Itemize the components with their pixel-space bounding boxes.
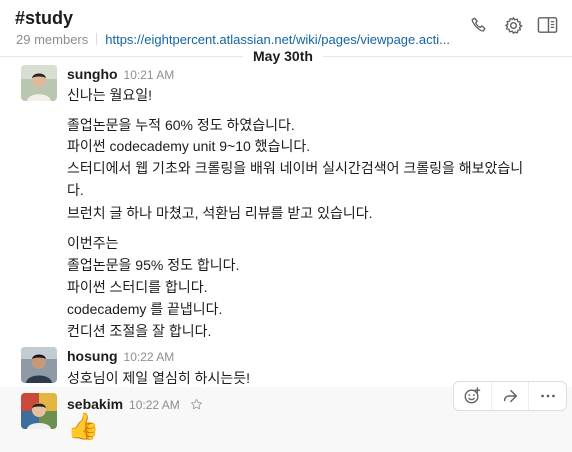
gear-icon[interactable] bbox=[502, 14, 524, 36]
add-reaction-icon[interactable] bbox=[454, 382, 491, 410]
message-timestamp[interactable]: 10:21 AM bbox=[124, 68, 175, 82]
channel-title[interactable]: #study bbox=[15, 8, 73, 29]
header-actions bbox=[468, 14, 558, 36]
channel-topic-link[interactable]: https://eightpercent.atlassian.net/wiki/… bbox=[105, 32, 450, 47]
message-line: 다. bbox=[67, 182, 84, 198]
message-line: 파이썬 스터디를 합니다. bbox=[67, 279, 208, 295]
more-icon[interactable] bbox=[528, 382, 566, 410]
message-timestamp[interactable]: 10:22 AM bbox=[124, 350, 175, 364]
avatar[interactable] bbox=[21, 393, 57, 429]
member-count[interactable]: 29 members bbox=[16, 32, 88, 47]
message-author: hosung 10:22 AM bbox=[67, 348, 174, 364]
message-line: codecademy 를 끝냅니다. bbox=[67, 301, 223, 317]
phone-icon[interactable] bbox=[468, 14, 490, 36]
message-emoji: 👍 bbox=[67, 412, 100, 442]
message-actions-bar bbox=[453, 381, 567, 411]
message-line: 브런치 글 하나 마쳤고, 석환님 리뷰를 받고 있습니다. bbox=[67, 205, 373, 221]
star-icon[interactable] bbox=[190, 398, 203, 414]
message-line: 이번주는 bbox=[67, 235, 119, 251]
date-divider-label[interactable]: May 30th bbox=[243, 46, 323, 66]
message-timestamp[interactable]: 10:22 AM bbox=[129, 398, 180, 412]
message-line: 성호님이 제일 열심히 하시는듯! bbox=[67, 370, 250, 386]
avatar[interactable] bbox=[21, 65, 57, 101]
author-name[interactable]: hosung bbox=[67, 348, 118, 364]
message-author: sungho 10:21 AM bbox=[67, 66, 174, 82]
message-line: 파이썬 codecademy unit 9~10 했습니다. bbox=[67, 138, 311, 154]
channel-meta: 29 members https://eightpercent.atlassian… bbox=[16, 32, 450, 47]
sidebar-panel-icon[interactable] bbox=[536, 14, 558, 36]
share-icon[interactable] bbox=[490, 382, 529, 410]
date-divider: May 30th bbox=[0, 46, 572, 66]
message-line: 신나는 월요일! bbox=[67, 87, 153, 103]
message-line: 졸업논문을 누적 60% 정도 하였습니다. bbox=[67, 117, 295, 133]
avatar[interactable] bbox=[21, 347, 57, 383]
message-line: 컨디션 조절을 잘 합니다. bbox=[67, 323, 212, 339]
author-name[interactable]: sungho bbox=[67, 66, 118, 82]
meta-divider bbox=[96, 33, 98, 45]
message-line: 졸업논문을 95% 정도 합니다. bbox=[67, 257, 240, 273]
message-line: 스터디에서 웹 기초와 크롤링을 배워 네이버 실시간검색어 크롤링을 해보았습… bbox=[67, 160, 524, 176]
author-name[interactable]: sebakim bbox=[67, 396, 123, 412]
